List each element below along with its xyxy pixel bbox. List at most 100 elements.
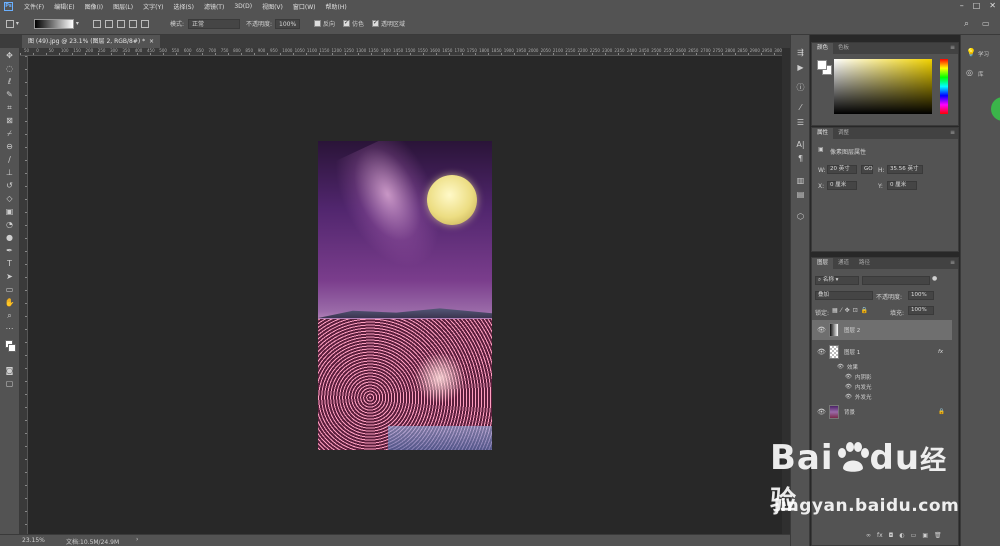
gradient-swatch[interactable] [34,18,74,29]
y-input[interactable]: 0 厘米 [887,181,917,190]
visibility-eye-icon[interactable]: 👁 [817,348,826,356]
visibility-eye-icon[interactable]: 👁 [817,408,826,416]
tool-preset-picker[interactable]: ▾ [6,18,19,29]
transparency-checkbox[interactable]: 透明区域 [372,18,405,29]
layer-row-layer-2[interactable]: 👁 图层 2 [812,320,952,340]
close-icon[interactable]: ✕ [989,1,996,10]
layer-name[interactable]: 图层 1 [844,348,860,356]
tab-properties[interactable]: 属性 [812,128,834,139]
foreground-color-swatch[interactable] [817,60,827,70]
character-icon[interactable]: A| [795,139,806,150]
paragraph-icon[interactable]: ¶ [795,153,806,164]
menu-3d[interactable]: 3D(D) [229,3,257,10]
libraries-icon[interactable]: ▥ [795,175,806,186]
effects-group[interactable]: 👁 效果 [837,362,858,372]
layer-opacity-input[interactable]: 100% [908,291,934,300]
quick-select-tool-icon[interactable]: ✎ [4,89,15,100]
visibility-eye-icon[interactable]: 👁 [837,364,844,370]
menu-image[interactable]: 图像(I) [80,2,108,11]
zoom-tool-icon[interactable]: ⌕ [4,310,15,321]
more-tools-icon[interactable]: ⋯ [4,323,15,334]
color-swatches-icon[interactable] [4,340,16,352]
radial-gradient-icon[interactable] [105,19,113,28]
effect-inner-glow[interactable]: 👁 内发光 [845,382,872,392]
lock-options-icons[interactable]: ▦⁄✥⊡🔒 [832,307,871,314]
effect-inner-shadow[interactable]: 👁 内阴影 [845,372,872,382]
hand-tool-icon[interactable]: ✋ [4,297,15,308]
transparency-check-icon[interactable] [372,19,379,27]
tab-adjustments[interactable]: 调整 [833,128,854,139]
dodge-tool-icon[interactable]: ● [4,232,15,243]
layer-row-background[interactable]: 👁 背景 🔒 [812,402,952,422]
delete-layer-icon[interactable]: 🗑 [934,532,942,539]
menu-select[interactable]: 选择(S) [168,2,199,11]
crop-tool-icon[interactable]: ⌗ [4,102,15,113]
minimize-icon[interactable]: – [960,1,964,10]
history-icon[interactable]: ⇶ [795,47,806,58]
add-mask-icon[interactable]: ◘ [889,532,894,539]
lasso-tool-icon[interactable]: ℓ [4,76,15,87]
menu-edit[interactable]: 编辑(E) [49,2,79,11]
brush-tool-icon[interactable]: ∕ [4,154,15,165]
path-selection-tool-icon[interactable]: ➤ [4,271,15,282]
mode-value[interactable]: 正常 [188,18,240,29]
menu-help[interactable]: 帮助(H) [321,2,352,11]
angle-gradient-icon[interactable] [117,19,125,28]
zoom-level[interactable]: 23.15% [22,537,45,544]
color-picker-field[interactable] [834,59,932,114]
tab-layers[interactable]: 图层 [812,258,834,269]
layer-filter-icons[interactable] [862,276,930,285]
x-input[interactable]: 0 厘米 [827,181,857,190]
eraser-tool-icon[interactable]: ◇ [4,193,15,204]
effect-outer-glow[interactable]: 👁 外发光 [845,392,872,402]
panel-menu-icon[interactable]: ≡ [950,129,955,136]
panel-menu-icon[interactable]: ≡ [950,44,955,51]
rectangle-tool-icon[interactable]: ▭ [4,284,15,295]
tab-channels[interactable]: 通道 [833,258,854,269]
hue-slider[interactable] [940,59,948,114]
layer-name[interactable]: 图层 2 [844,326,860,334]
layer-name[interactable]: 背景 [844,408,855,416]
reverse-checkbox[interactable]: 反向 [314,18,335,29]
quick-mask-icon[interactable]: ◙ [4,365,15,376]
reflected-gradient-icon[interactable] [129,19,137,28]
history-brush-tool-icon[interactable]: ↺ [4,180,15,191]
panel-menu-icon[interactable]: ≡ [950,259,955,266]
document-tab-close-icon[interactable]: × [149,38,154,45]
new-layer-icon[interactable]: ▣ [922,532,928,539]
status-menu-arrow[interactable]: › [136,536,138,543]
screen-mode-icon[interactable]: ▢ [4,378,15,389]
frame-tool-icon[interactable]: ⊠ [4,115,15,126]
tab-paths[interactable]: 路径 [854,258,875,269]
opacity-input[interactable]: 100% [275,18,301,29]
clone-stamp-tool-icon[interactable]: ⊥ [4,167,15,178]
menu-layer[interactable]: 图层(L) [108,2,138,11]
menu-view[interactable]: 视图(V) [257,2,288,11]
type-tool-icon[interactable]: T [4,258,15,269]
layer-effects-icon[interactable]: fx [938,349,943,355]
maximize-icon[interactable]: □ [973,1,981,10]
blur-tool-icon[interactable]: ◔ [4,219,15,230]
tab-color[interactable]: 颜色 [812,43,834,54]
search-icon[interactable]: ⌕ [964,18,969,29]
3d-icon[interactable]: ⬡ [795,211,806,222]
adjustments-icon[interactable]: ☰ [795,117,806,128]
width-input[interactable]: 20 英寸 [827,165,857,174]
learn-icon[interactable]: 💡 [966,48,976,57]
info-icon[interactable]: ⓘ [795,82,806,93]
opacity-value[interactable]: 100% [275,18,301,29]
menu-type[interactable]: 文字(Y) [138,2,168,11]
mode-dropdown[interactable]: 正常 [188,18,240,29]
healing-brush-tool-icon[interactable]: ⊖ [4,141,15,152]
document-tab[interactable]: 图 (49).jpg @ 23.1% (图层 2, RGB/8#) * × [22,35,160,48]
layer-filter-dropdown[interactable]: ⌕ 名称 ▾ [815,276,859,285]
move-tool-icon[interactable]: ✥ [4,50,15,61]
fill-input[interactable]: 100% [908,306,934,315]
library-icon[interactable]: ◎ [966,68,973,77]
dither-checkbox[interactable]: 仿色 [343,18,364,29]
actions-play-icon[interactable]: ▶ [795,62,806,73]
menu-window[interactable]: 窗口(W) [288,2,321,11]
blend-mode-dropdown[interactable]: 叠加 [815,291,873,300]
dither-check-icon[interactable] [343,19,350,27]
gradient-picker[interactable]: ▾ [34,18,79,29]
